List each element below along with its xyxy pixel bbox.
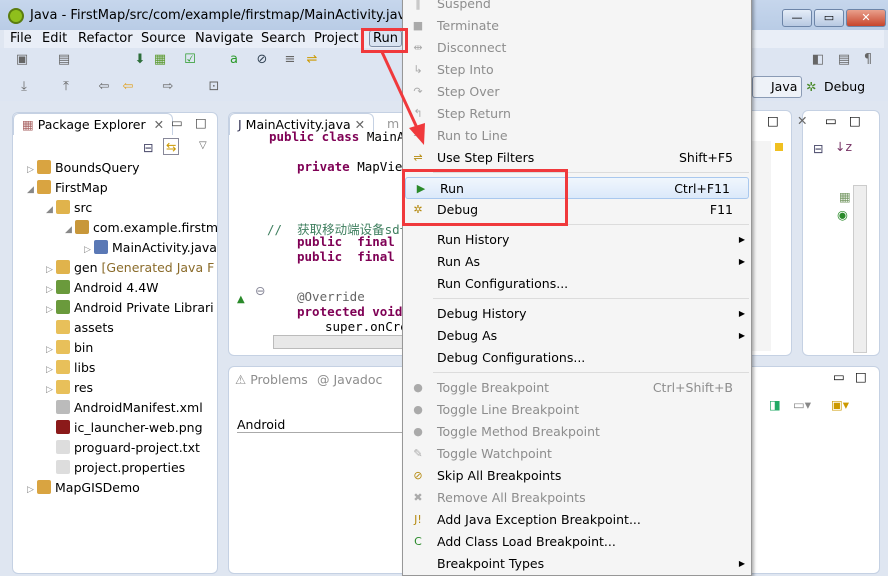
- annotation-arrow: [380, 51, 425, 145]
